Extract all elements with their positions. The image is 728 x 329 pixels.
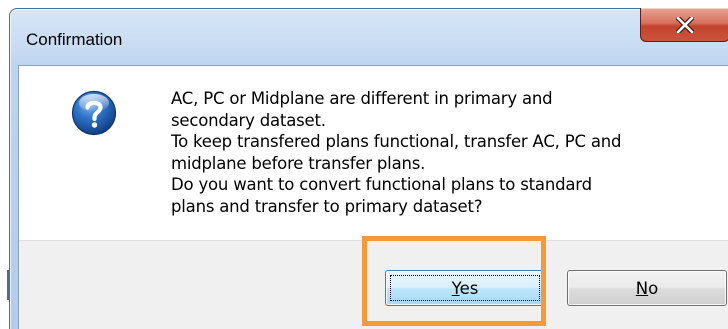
close-icon (676, 16, 694, 33)
yes-button[interactable]: Yes (385, 270, 545, 306)
screenshot: Confirmation AC, PC or Midplane are diff… (0, 0, 728, 329)
question-icon (71, 90, 117, 136)
background-divider (7, 270, 9, 300)
button-bar: Yes No (19, 241, 728, 329)
message-line: plans and transfer to primary dataset? (171, 196, 483, 216)
dialog-message: AC, PC or Midplane are different in prim… (171, 88, 728, 217)
window-title: Confirmation (26, 30, 123, 49)
title-bar[interactable]: Confirmation (10, 8, 728, 65)
confirmation-dialog: Confirmation AC, PC or Midplane are diff… (9, 8, 728, 329)
dialog-client-area: AC, PC or Midplane are different in prim… (18, 65, 728, 329)
message-line: Do you want to convert functional plans … (171, 175, 592, 194)
message-line: midplane before transfer plans. (171, 153, 426, 173)
message-line: secondary dataset. (171, 110, 326, 130)
no-button[interactable]: No (567, 270, 727, 306)
no-button-label: No (635, 278, 659, 298)
message-panel: AC, PC or Midplane are different in prim… (19, 66, 728, 240)
close-button[interactable] (640, 8, 728, 42)
message-line: AC, PC or Midplane are different in prim… (171, 89, 553, 108)
background-edge (0, 170, 9, 329)
focus-indicator (390, 275, 540, 301)
message-line: To keep transfered plans functional, tra… (171, 132, 622, 151)
